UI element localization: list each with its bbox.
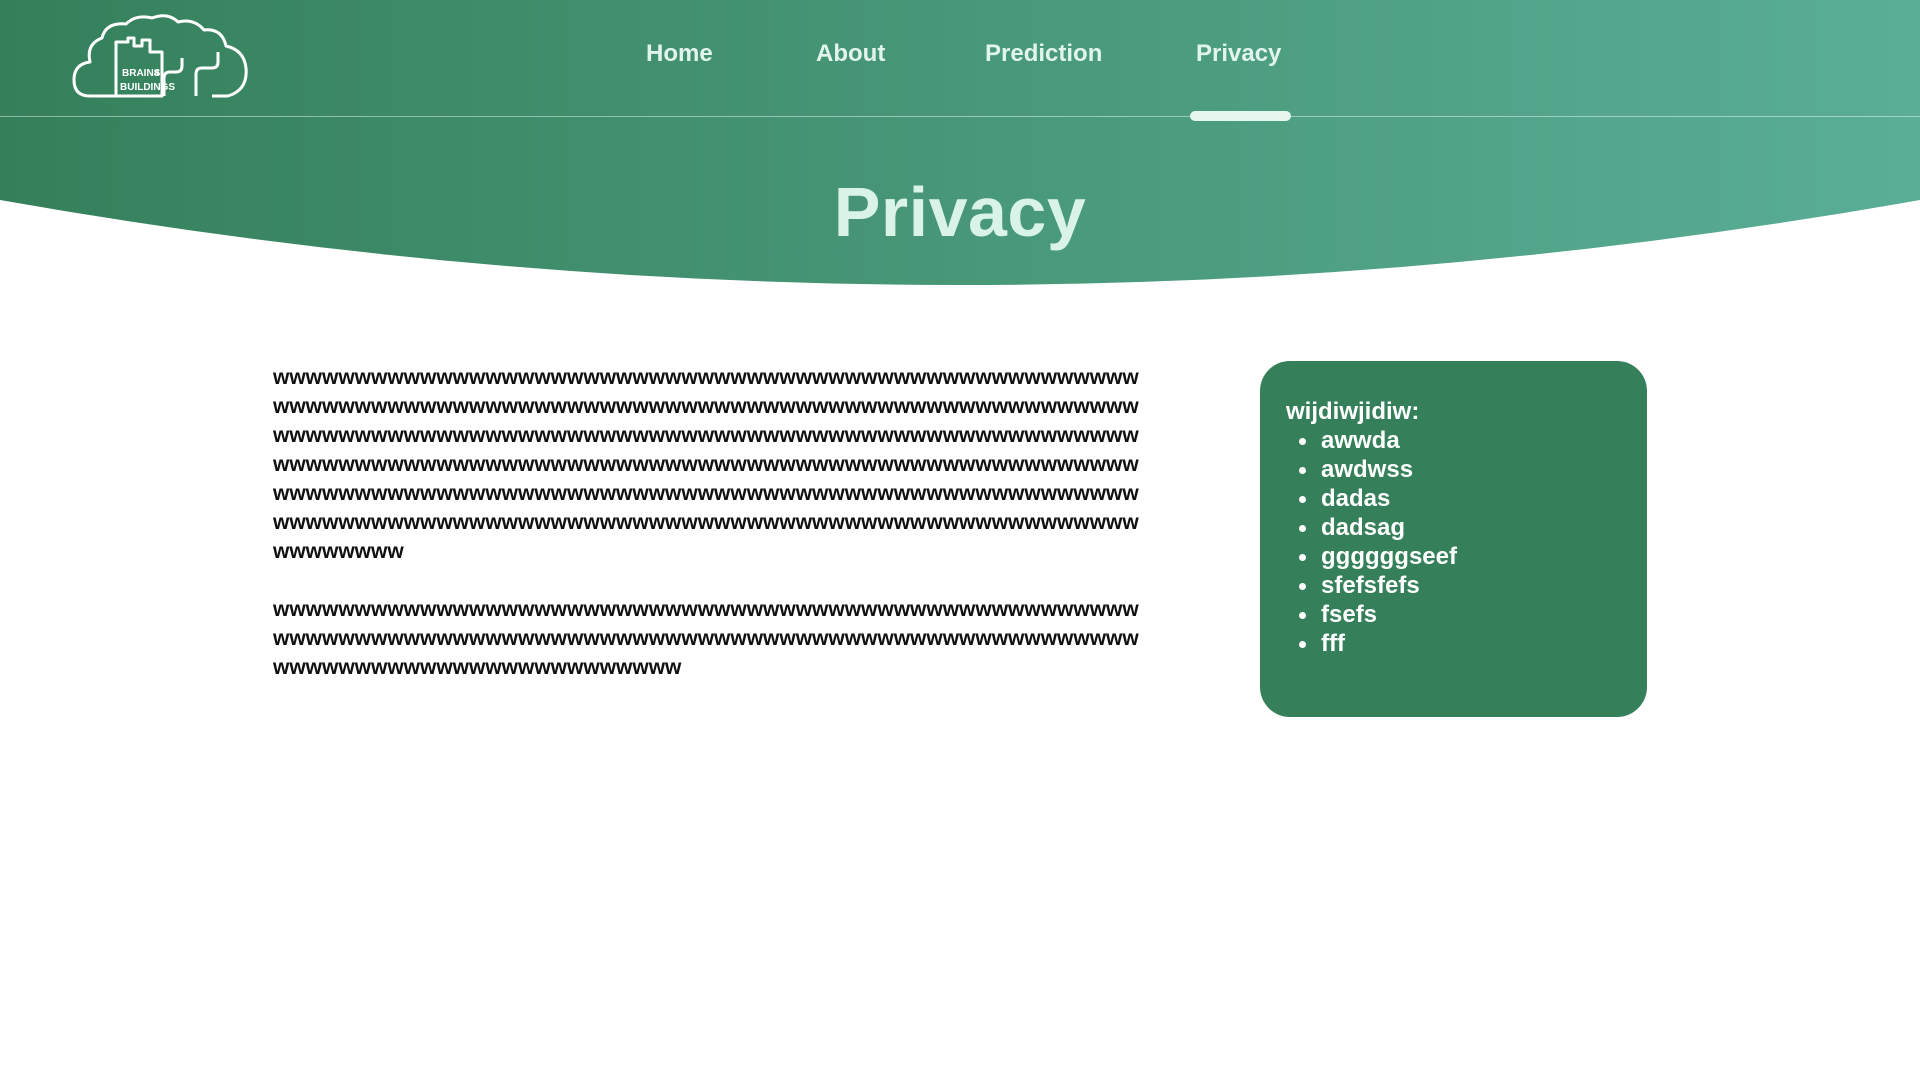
- sidebar-list-item: ggggggseef: [1299, 542, 1621, 571]
- sidebar-list-item: sfefsfefs: [1299, 571, 1621, 600]
- bullet-icon: [1299, 583, 1306, 590]
- navbar: BRAINS 4 BUILDINGS Home About Prediction…: [0, 0, 1920, 121]
- body-paragraph: wwwwwwwwwwwwwwwwwwwwwwwwwwwwwwwwwwwwwwww…: [273, 598, 1139, 679]
- sidebar-list-item: dadas: [1299, 484, 1621, 513]
- bullet-icon: [1299, 554, 1306, 561]
- body-paragraph: wwwwwwwwwwwwwwwwwwwwwwwwwwwwwwwwwwwwwwww…: [273, 366, 1139, 563]
- nav-privacy-link[interactable]: Privacy: [1196, 40, 1281, 68]
- bullet-icon: [1299, 467, 1306, 474]
- sidebar-list-item: fff: [1299, 629, 1621, 658]
- hero-header: BRAINS 4 BUILDINGS Home About Prediction…: [0, 0, 1920, 300]
- nav-prediction-link[interactable]: Prediction: [985, 40, 1102, 68]
- page-title: Privacy: [833, 173, 1087, 251]
- nav-about-link[interactable]: About: [816, 40, 885, 68]
- sidebar-card: wijdiwjidiw: awwda awdwss dadas dadsag g…: [1260, 361, 1647, 717]
- bullet-icon: [1299, 496, 1306, 503]
- sidebar-list-item: awwda: [1299, 426, 1621, 455]
- bullet-icon: [1299, 641, 1306, 648]
- sidebar-title: wijdiwjidiw:: [1286, 398, 1420, 425]
- sidebar-list-item: awdwss: [1299, 455, 1621, 484]
- bullet-icon: [1299, 612, 1306, 619]
- nav-home-link[interactable]: Home: [646, 40, 713, 68]
- privacy-body: wwwwwwwwwwwwwwwwwwwwwwwwwwwwwwwwwwwwwwww…: [273, 363, 1153, 711]
- sidebar-list: awwda awdwss dadas dadsag ggggggseef sfe…: [1286, 426, 1621, 658]
- active-nav-indicator: [1190, 111, 1291, 121]
- bullet-icon: [1299, 438, 1306, 445]
- main-nav: Home About Prediction Privacy: [0, 0, 1920, 121]
- bullet-icon: [1299, 525, 1306, 532]
- sidebar-list-item: fsefs: [1299, 600, 1621, 629]
- sidebar-list-item: dadsag: [1299, 513, 1621, 542]
